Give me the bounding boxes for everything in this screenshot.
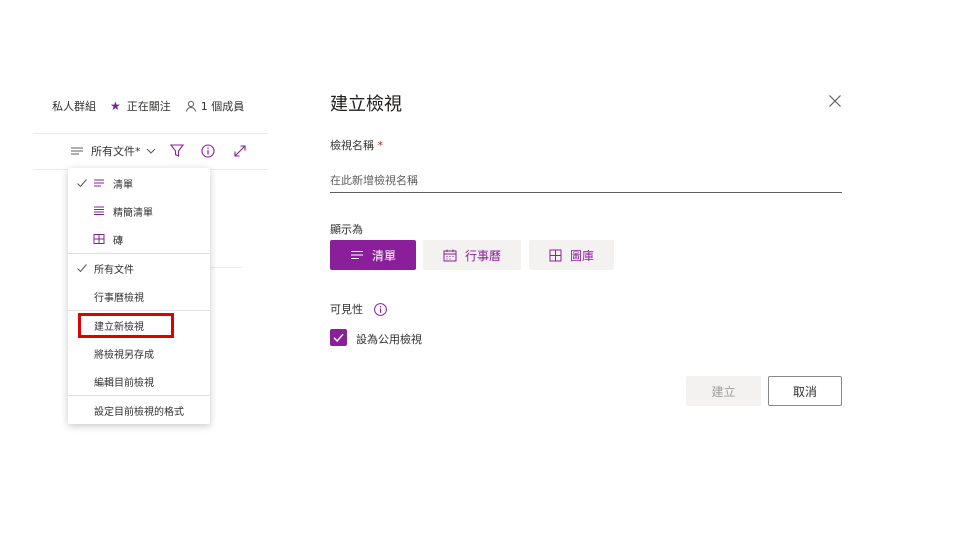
menu-item-edit-view[interactable]: 編輯目前檢視: [68, 367, 210, 395]
members-count[interactable]: 1 個成員: [201, 98, 245, 114]
cancel-button[interactable]: 取消: [768, 376, 842, 406]
checkmark-icon: [333, 333, 344, 343]
close-icon[interactable]: [828, 94, 842, 108]
show-as-calendar-button[interactable]: 行事曆: [423, 240, 521, 270]
menu-item-label: 磚: [113, 235, 123, 247]
panel-title: 建立檢視: [330, 94, 402, 115]
list-icon: [71, 147, 83, 155]
required-mark: *: [377, 139, 384, 152]
view-selector-label: 所有文件*: [91, 145, 141, 158]
person-icon: [185, 100, 196, 112]
list-icon: [94, 179, 104, 187]
visibility-label: 可見性: [330, 303, 363, 316]
show-as-gallery-button[interactable]: 圖庫: [529, 240, 614, 270]
expand-icon[interactable]: [232, 143, 248, 159]
menu-item-label: 編輯目前檢視: [94, 377, 154, 389]
group-info-bar: 私人群組 ★ 正在關注 1 個成員: [52, 98, 244, 114]
menu-item-label: 將檢視另存成: [94, 349, 154, 361]
filter-icon[interactable]: [169, 143, 185, 159]
group-type-label: 私人群組: [52, 100, 96, 113]
menu-item-save-view-as[interactable]: 將檢視另存成: [68, 339, 210, 367]
gallery-icon: [549, 249, 562, 261]
star-icon[interactable]: ★: [110, 99, 121, 113]
menu-item-label: 清單: [113, 179, 133, 191]
show-as-label: 顯示為: [330, 223, 363, 236]
view-selector-button[interactable]: 所有文件*: [70, 143, 157, 159]
menu-item-calendar-view[interactable]: 行事曆檢視: [68, 282, 210, 310]
view-options-menu: 清單 精簡清單 磚 所有文件 行事曆檢視 建立新檢視 將檢視另存成 編輯目前檢視…: [68, 168, 210, 424]
menu-item-label: 設定目前檢視的格式: [94, 406, 184, 418]
info-icon[interactable]: [373, 302, 388, 317]
list-icon: [350, 250, 363, 260]
view-name-label: 檢視名稱 *: [330, 137, 383, 153]
menu-item-tiles[interactable]: 磚: [68, 225, 210, 253]
info-icon[interactable]: [200, 143, 216, 159]
menu-item-label: 精簡清單: [113, 207, 153, 219]
command-bar: 所有文件*: [70, 141, 248, 161]
create-button[interactable]: 建立: [686, 376, 761, 406]
compact-list-icon: [94, 206, 104, 215]
following-label[interactable]: 正在關注: [127, 98, 171, 114]
view-name-input[interactable]: [330, 168, 842, 193]
calendar-icon: [443, 249, 457, 261]
checkmark-icon: [77, 264, 87, 273]
view-name-label-text: 檢視名稱: [330, 139, 374, 152]
menu-item-compact-list[interactable]: 精簡清單: [68, 197, 210, 225]
show-as-gallery-label: 圖庫: [569, 248, 594, 263]
menu-item-label: 行事曆檢視: [94, 292, 144, 304]
menu-item-list[interactable]: 清單: [68, 169, 210, 197]
divider: [34, 133, 268, 134]
show-as-list-label: 清單: [371, 248, 396, 263]
menu-item-format-view[interactable]: 設定目前檢視的格式: [68, 396, 210, 424]
show-as-list-button[interactable]: 清單: [330, 240, 416, 270]
chevron-down-icon: [146, 148, 155, 154]
menu-item-label: 所有文件: [94, 264, 134, 276]
tiles-icon: [93, 234, 105, 244]
public-view-checkbox[interactable]: [330, 329, 347, 346]
highlight-box: [78, 313, 174, 338]
public-view-label[interactable]: 設為公用檢視: [356, 331, 422, 347]
divider: [210, 267, 242, 268]
menu-item-all-documents[interactable]: 所有文件: [68, 254, 210, 282]
checkmark-icon: [77, 179, 87, 188]
show-as-calendar-label: 行事曆: [464, 248, 501, 263]
visibility-row: 可見性: [330, 301, 388, 317]
